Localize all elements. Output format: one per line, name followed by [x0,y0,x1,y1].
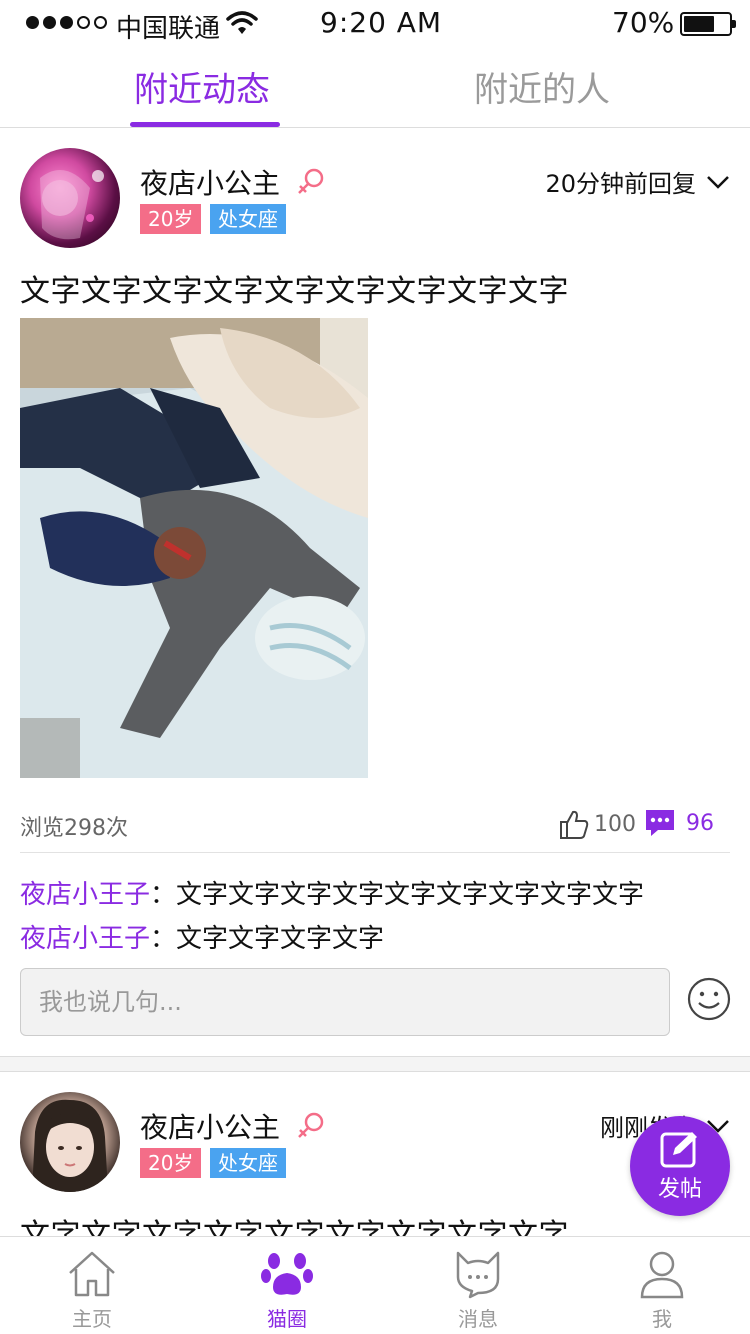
battery-icon [680,12,736,36]
clock: 9:20 AM [320,6,443,39]
signal-strength-icon [26,16,107,29]
post-text: 文字文字文字文字文字文字文字文字文字 [20,274,569,309]
divider [20,852,730,853]
home-icon [69,1251,115,1297]
comment-separator: ： [150,924,177,954]
comment-text: 文字文字文字文字文字文字文字文字文字 [176,880,645,910]
battery-percent: 70% [612,6,675,39]
feed[interactable]: 夜店小公主 20岁 处女座 20分钟前回复 文字文字文字文字文字文字文字文字文字 [0,128,750,1236]
edit-icon [660,1132,697,1168]
paw-icon [261,1253,313,1295]
user-icon [640,1251,684,1299]
comment-separator: ： [150,880,177,910]
comment-text: 文字文字文字文字 [176,924,385,954]
chevron-down-icon [707,175,729,189]
username[interactable]: 夜店小公主 [140,1106,280,1146]
comment-icon [646,810,674,836]
avatar[interactable] [20,1092,120,1192]
new-post-label: 发帖 [657,1177,702,1202]
carrier-name: 中国联通 [116,14,221,44]
nav-cat-circle-label: 猫圈 [267,1307,307,1331]
post-card: 夜店小公主 20岁 处女座 20分钟前回复 文字文字文字文字文字文字文字文字文字 [0,128,750,1072]
nav-profile[interactable]: 我 [612,1249,712,1332]
nav-messages[interactable]: 消息 [428,1249,528,1332]
comment-item: 夜店小王子：文字文字文字文字 [20,918,384,955]
wifi-icon [226,10,258,40]
post-stats: 浏览298次 100 96 [20,804,730,844]
post-text: 文字文字文字文字文字文字文字文字文字 [20,1218,569,1236]
new-post-button[interactable]: 发帖 [630,1116,730,1216]
comment-button[interactable]: 96 [644,808,714,838]
nav-cat-circle[interactable]: 猫圈 [237,1249,337,1332]
bottom-nav: 主页 猫圈 消息 我 [0,1236,750,1334]
username[interactable]: 夜店小公主 [140,162,280,202]
cat-message-icon [456,1251,500,1299]
reply-input[interactable] [21,969,669,1035]
nav-messages-label: 消息 [458,1307,498,1331]
nav-home-label: 主页 [72,1307,112,1331]
age-badge: 20岁 [140,204,202,234]
like-button[interactable]: 100 [558,808,636,840]
avatar[interactable] [20,148,120,248]
view-count: 浏览298次 [20,816,128,841]
status-bar: 中国联通 9:20 AM 70% [0,0,750,48]
post-photo[interactable] [20,318,368,778]
post-time-label: 20分钟前回复 [545,170,696,198]
zodiac-badge: 处女座 [210,204,286,234]
top-tabs: 附近动态 附近的人 [0,48,750,128]
post-separator [0,1056,750,1072]
comment-author[interactable]: 夜店小王子 [20,924,150,954]
tab-nearby-posts[interactable]: 附近动态 [134,62,270,111]
reply-input-box [20,968,670,1036]
comment-count: 96 [686,810,714,836]
active-tab-indicator [130,122,280,127]
like-count: 100 [594,811,636,837]
zodiac-badge: 处女座 [210,1148,286,1178]
age-badge: 20岁 [140,1148,202,1178]
emoji-icon[interactable] [686,976,732,1022]
post-time[interactable]: 20分钟前回复 [545,164,730,199]
nav-home[interactable]: 主页 [42,1249,142,1332]
female-icon [296,1110,326,1144]
comment-author[interactable]: 夜店小王子 [20,880,150,910]
nav-profile-label: 我 [652,1307,672,1331]
comment-item: 夜店小王子：文字文字文字文字文字文字文字文字文字 [20,874,644,911]
thumbs-up-icon [560,810,589,839]
female-icon [296,166,326,200]
tab-nearby-people[interactable]: 附近的人 [474,62,610,111]
